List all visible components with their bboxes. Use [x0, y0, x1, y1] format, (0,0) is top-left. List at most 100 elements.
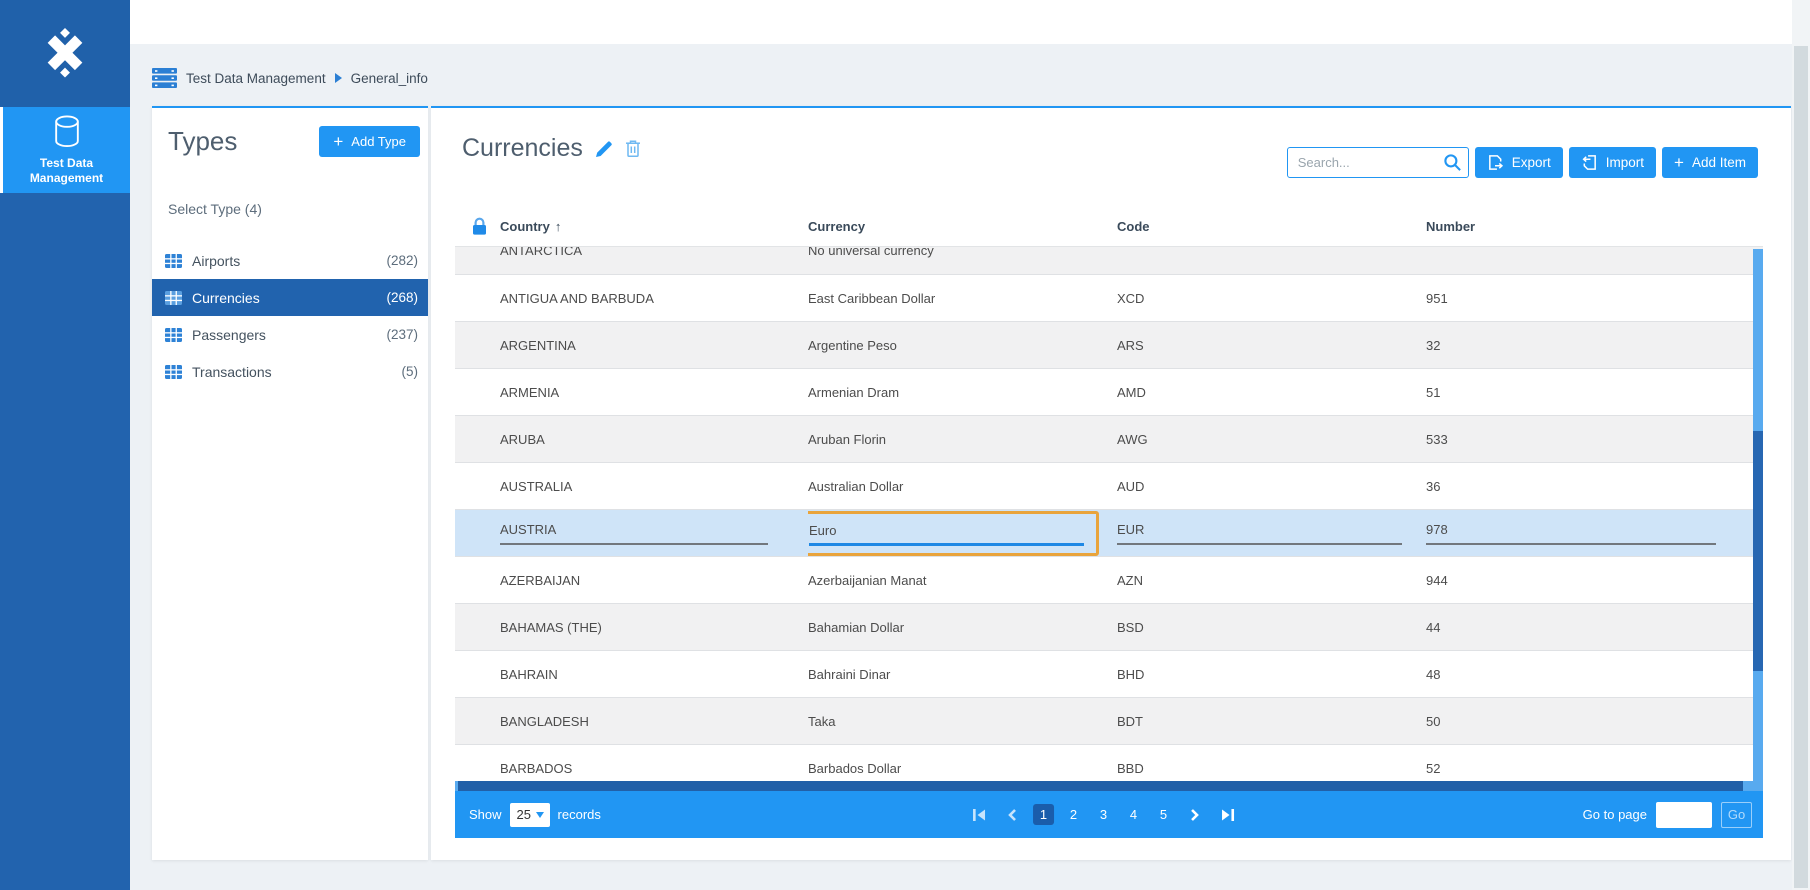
type-item-airports[interactable]: Airports(282): [152, 242, 428, 279]
page-size-value: 25: [517, 807, 531, 822]
import-icon: [1581, 154, 1598, 171]
cell-number: 951: [1426, 275, 1763, 321]
cell-number: 51: [1426, 369, 1763, 415]
prev-page-button[interactable]: [1000, 803, 1024, 827]
breadcrumb: Test Data Management General_info: [152, 62, 428, 94]
edit-icon[interactable]: [594, 139, 614, 159]
records-label: records: [558, 807, 601, 822]
cell-currency: Australian Dollar: [808, 463, 1117, 509]
type-item-passengers[interactable]: Passengers (237): [152, 316, 428, 353]
inline-edit-number[interactable]: 978: [1426, 522, 1716, 545]
vertical-scrollbar-thumb[interactable]: [1753, 431, 1763, 671]
search-icon[interactable]: [1443, 153, 1462, 177]
type-count: (237): [386, 327, 418, 342]
table-row[interactable]: BAHAMAS (THE)Bahamian DollarBSD44: [455, 603, 1763, 650]
table-row[interactable]: AUSTRIA Euro EUR 978: [455, 509, 1763, 556]
cell-code: ARS: [1117, 322, 1426, 368]
breadcrumb-item[interactable]: Test Data Management: [186, 71, 326, 86]
type-label: Airports: [192, 253, 240, 269]
cell-country: ARMENIA: [455, 369, 808, 415]
page-number-4[interactable]: 4: [1123, 804, 1144, 825]
cell-number: 32: [1426, 322, 1763, 368]
cell-code: XCD: [1117, 275, 1426, 321]
last-page-button[interactable]: [1216, 803, 1240, 827]
horizontal-scrollbar[interactable]: [455, 781, 1763, 791]
database-icon: [51, 114, 83, 150]
add-item-button[interactable]: + Add Item: [1662, 147, 1758, 178]
table-row[interactable]: BARBADOSBarbados DollarBBD52: [455, 744, 1763, 781]
export-button[interactable]: Export: [1475, 147, 1563, 178]
data-stack-icon: [152, 67, 177, 89]
page-scrollbar[interactable]: [1792, 0, 1810, 890]
add-item-label: Add Item: [1692, 155, 1746, 170]
export-icon: [1487, 154, 1504, 171]
search-box: [1287, 147, 1469, 178]
add-type-label: Add Type: [351, 134, 406, 149]
cell-code: BBD: [1117, 745, 1426, 781]
table-grid-icon: [165, 365, 182, 379]
first-page-button[interactable]: [967, 803, 991, 827]
column-label: Currency: [808, 219, 865, 234]
column-header-currency[interactable]: Currency: [808, 219, 1117, 234]
table-row[interactable]: AZERBAIJANAzerbaijanian ManatAZN944: [455, 556, 1763, 603]
goto-page-input[interactable]: [1656, 802, 1712, 828]
cell-currency: Bahraini Dinar: [808, 651, 1117, 697]
cell-number: 52: [1426, 745, 1763, 781]
go-button[interactable]: Go: [1721, 802, 1752, 828]
app-logo[interactable]: [0, 0, 130, 107]
add-type-button[interactable]: + Add Type: [319, 126, 420, 157]
cell-number: [1426, 247, 1763, 274]
cell-currency: Argentine Peso: [808, 322, 1117, 368]
next-page-button[interactable]: [1183, 803, 1207, 827]
lock-icon: [471, 217, 488, 236]
type-item-currencies[interactable]: Currencies(268): [152, 279, 428, 316]
cell-number: 48: [1426, 651, 1763, 697]
type-item-transactions[interactable]: Transactions(5): [152, 353, 428, 390]
type-label: Passengers: [192, 327, 266, 343]
focused-cell-outline: Euro: [808, 511, 1099, 556]
page-number-1[interactable]: 1: [1033, 804, 1054, 825]
cell-number: 50: [1426, 698, 1763, 744]
table-row[interactable]: ARMENIAArmenian DramAMD51: [455, 368, 1763, 415]
column-header-code[interactable]: Code: [1117, 219, 1426, 234]
table-row[interactable]: BANGLADESHTakaBDT50: [455, 697, 1763, 744]
cell-code: BSD: [1117, 604, 1426, 650]
cell-code: [1117, 247, 1426, 274]
column-header-number[interactable]: Number: [1426, 219, 1763, 234]
table-row[interactable]: AUSTRALIAAustralian DollarAUD36: [455, 462, 1763, 509]
table-row[interactable]: ANTIGUA AND BARBUDAEast Caribbean Dollar…: [455, 274, 1763, 321]
vertical-scrollbar[interactable]: [1753, 249, 1763, 781]
table-grid-icon: [165, 254, 182, 268]
table-row[interactable]: ANTARCTICANo universal currency: [455, 247, 1763, 274]
inline-edit-code[interactable]: EUR: [1117, 522, 1402, 545]
cell-currency: Taka: [808, 698, 1117, 744]
table-row[interactable]: BAHRAINBahraini DinarBHD48: [455, 650, 1763, 697]
type-label: Transactions: [192, 364, 272, 380]
page-number-3[interactable]: 3: [1093, 804, 1114, 825]
sort-ascending-icon: ↑: [555, 219, 562, 234]
caret-down-icon: [536, 812, 544, 818]
page-size-select[interactable]: 25: [510, 803, 550, 827]
cell-country: AZERBAIJAN: [455, 557, 808, 603]
table-row[interactable]: ARGENTINAArgentine PesoARS32: [455, 321, 1763, 368]
show-label: Show: [469, 807, 502, 822]
table-row[interactable]: ARUBAAruban FlorinAWG533: [455, 415, 1763, 462]
delete-icon[interactable]: [625, 139, 641, 158]
x-mark-logo-icon: [34, 23, 96, 85]
page-scrollbar-thumb[interactable]: [1794, 46, 1808, 888]
import-button[interactable]: Import: [1569, 147, 1656, 178]
table-grid-icon: [165, 291, 182, 305]
horizontal-scrollbar-thumb[interactable]: [458, 781, 1743, 791]
inline-edit-currency[interactable]: Euro: [809, 523, 1084, 546]
page-number-2[interactable]: 2: [1063, 804, 1084, 825]
search-input[interactable]: [1287, 147, 1469, 178]
top-strip: [130, 0, 1810, 44]
column-header-country[interactable]: Country↑: [455, 219, 808, 234]
table-body: ANTARCTICANo universal currencyANTIGUA A…: [455, 247, 1763, 781]
type-count: (268): [386, 290, 418, 305]
cell-country: ANTARCTICA: [455, 247, 808, 274]
main-panel: Currencies: [431, 106, 1791, 860]
sidebar-item-test-data-management[interactable]: Test Data Management: [0, 107, 130, 193]
page-number-5[interactable]: 5: [1153, 804, 1174, 825]
inline-edit-country[interactable]: AUSTRIA: [500, 522, 768, 545]
